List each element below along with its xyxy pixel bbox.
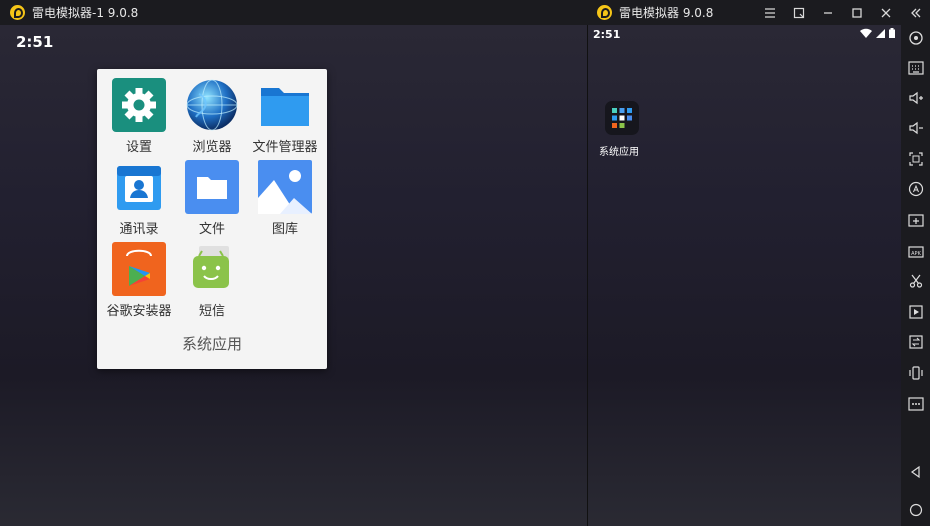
app-gallery[interactable]: 图库 [245, 160, 325, 237]
app-contacts[interactable]: 通讯录 [99, 160, 179, 237]
app-google-installer[interactable]: 谷歌安装器 [99, 242, 179, 319]
wifi-icon [860, 28, 872, 38]
battery-icon [889, 28, 895, 38]
left-window-titlebar[interactable]: 雷电模拟器-1 9.0.8 [0, 0, 587, 25]
app-label: 文件管理器 [252, 140, 318, 155]
minimize-icon[interactable] [814, 0, 842, 25]
app-label: 短信 [198, 304, 225, 319]
emulator-sidebar: APK [901, 25, 930, 526]
status-icons [860, 28, 895, 38]
apk-install-icon[interactable]: APK [905, 240, 927, 262]
app-messages[interactable]: 短信 [172, 242, 252, 319]
ldplayer-logo-icon [597, 5, 612, 20]
keyboard-icon[interactable] [905, 57, 927, 79]
desktop-system-apps-folder[interactable]: 系统应用 [599, 101, 644, 158]
maximize-icon[interactable] [843, 0, 871, 25]
app-label: 设置 [125, 140, 152, 155]
contacts-icon [112, 160, 166, 214]
video-record-icon[interactable] [905, 301, 927, 323]
signal-icon [876, 28, 885, 38]
auto-operate-icon[interactable] [905, 178, 927, 200]
svg-text:APK: APK [911, 251, 921, 257]
app-browser[interactable]: 浏览器 [172, 78, 252, 155]
home-icon[interactable] [905, 499, 927, 521]
settings-gear-icon[interactable] [905, 27, 927, 49]
menu-icon[interactable] [756, 0, 784, 25]
left-window-title: 雷电模拟器-1 9.0.8 [32, 6, 139, 20]
system-apps-folder-icon [605, 101, 639, 135]
app-label: 图库 [271, 222, 298, 237]
gallery-icon [258, 160, 312, 214]
files-icon [185, 160, 239, 214]
add-screen-icon[interactable] [905, 209, 927, 231]
app-label: 浏览器 [192, 140, 232, 155]
settings-icon [112, 78, 166, 132]
volume-up-icon[interactable] [905, 87, 927, 109]
ldplayer-logo-icon [10, 5, 25, 20]
collapse-sidebar-icon[interactable] [902, 0, 930, 25]
back-icon[interactable] [905, 461, 927, 483]
app-files[interactable]: 文件 [172, 160, 252, 237]
scissors-icon[interactable] [905, 270, 927, 292]
close-icon[interactable] [872, 0, 900, 25]
shake-icon[interactable] [905, 362, 927, 384]
app-file-manager[interactable]: 文件管理器 [245, 78, 325, 155]
app-settings[interactable]: 设置 [99, 78, 179, 155]
system-apps-folder: 设置 浏览器 文件管理器 通讯录 文件 图库 谷歌安装器 短信 系统应用 [97, 69, 327, 369]
folder-title[interactable]: 系统应用 [97, 333, 327, 354]
sync-icon[interactable] [905, 331, 927, 353]
messages-icon [185, 242, 239, 296]
left-status-time: 2:51 [16, 33, 54, 51]
fullscreen-icon[interactable] [905, 148, 927, 170]
right-emulator-screen[interactable]: 2:51 系统应用 [588, 25, 901, 526]
left-emulator-screen[interactable]: 2:51 设置 浏览器 文件管理器 通讯录 文件 图库 谷歌安装器 短信 系统应… [0, 25, 587, 526]
pin-icon[interactable] [785, 0, 813, 25]
more-icon[interactable] [905, 393, 927, 415]
right-window-title: 雷电模拟器 9.0.8 [619, 6, 714, 20]
google-installer-icon [112, 242, 166, 296]
app-label: 通讯录 [119, 222, 159, 237]
app-label: 文件 [198, 222, 225, 237]
desktop-app-label: 系统应用 [599, 147, 639, 158]
app-label: 谷歌安装器 [106, 304, 172, 319]
right-status-time: 2:51 [593, 28, 621, 41]
file-manager-icon [258, 78, 312, 132]
browser-icon [185, 78, 239, 132]
volume-down-icon[interactable] [905, 117, 927, 139]
